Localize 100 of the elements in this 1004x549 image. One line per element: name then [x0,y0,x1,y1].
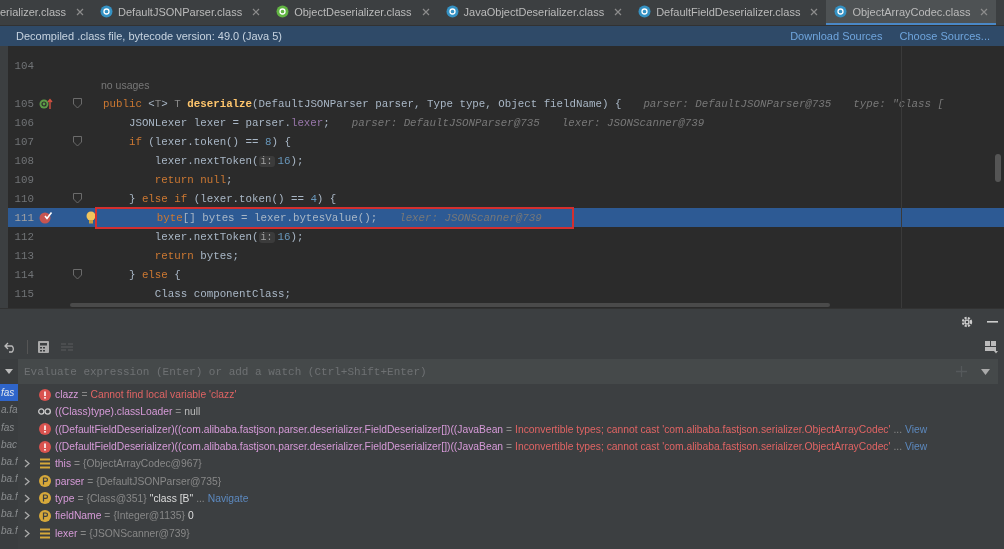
variable-row[interactable]: this = {ObjectArrayCodec@967} [18,455,1000,473]
frame-item[interactable]: ba.f [0,470,18,488]
line-number: 104 [13,59,34,72]
variable-row[interactable]: ((DefaultFieldDeserializer)((com.alibaba.fastjson.parser.deserializer.FieldDeserializer[])((JavaBean = Inconvertible types; cannot cast 'com.alibaba.fastjson.serializer.ObjectArrayCodec' ... View [18,437,1000,456]
banner-text: Decompiled .class file, bytecode version: 49.0 (Java 5) [16,30,282,42]
variable-name: type [55,492,75,504]
scrollbar[interactable] [995,154,1001,182]
line-number: 108 [13,154,34,167]
line-number: 113 [13,249,34,262]
equals-sign: = [87,475,94,487]
variable-value: Inconvertible types; cannot cast 'com.alibaba.fastjson.serializer.ObjectArrayCodec' [515,423,891,435]
variable-row[interactable]: clazz = Cannot find local variable 'clazz' [18,386,1000,404]
code-line: Class componentClass; [153,286,292,301]
variable-link[interactable]: View [905,423,928,435]
editor-tab[interactable]: erializer.class [0,0,93,25]
error-icon [38,440,51,453]
dropdown-icon[interactable] [981,368,990,375]
variable-name: ((Class)type).classLoader [55,406,173,418]
fold-icon[interactable] [72,193,82,204]
variable-name: clazz [55,389,79,401]
class-icon [445,5,459,18]
variable-link[interactable]: View [905,441,928,453]
variable-value: Cannot find local variable 'clazz' [90,389,237,401]
line-number: 107 [13,135,34,148]
fold-icon[interactable] [72,269,82,280]
line-number: 115 [13,287,34,300]
variable-reference: {Integer@1135} [113,510,185,522]
implements-icon[interactable] [39,97,53,110]
variable-reference: {Class@351} [86,492,147,504]
frame-item[interactable]: fas [0,418,18,436]
banner-link[interactable]: Download Sources [790,30,883,42]
variable-name: fieldName [55,510,102,522]
editor-tab[interactable]: ObjectArrayCodec.class [826,0,997,25]
frame-item[interactable]: ba.f [0,505,18,523]
frame-item[interactable]: a.fa [0,401,18,419]
code-line: lexer.nextToken( i: 16); [153,153,305,168]
variable-row[interactable]: lexer = {JSONScanner@739} [18,524,1000,542]
variable-row[interactable]: parser = {DefaultJSONParser@735} [18,472,1000,490]
code-line: return null; [153,172,234,187]
frame-item[interactable]: ba.f [0,522,18,540]
calculator-icon[interactable] [38,341,49,353]
class-icon [834,5,848,18]
variable-row[interactable]: type = {Class@351} "class [B" ... Navigate [18,489,1000,508]
line-number: 114 [13,268,34,281]
ellipsis: ... [893,441,903,453]
class-icon [100,5,114,18]
undo-icon[interactable] [4,341,17,353]
layout-icon[interactable] [985,340,998,354]
code-line: return bytes; [153,248,241,263]
equals-sign: = [80,527,87,539]
fold-icon[interactable] [72,136,82,147]
list-icon [39,458,50,470]
banner-link[interactable]: Choose Sources... [899,30,990,42]
close-icon[interactable] [76,7,85,16]
close-icon[interactable] [252,7,261,16]
variable-link[interactable]: Navigate [207,492,249,504]
list-icon [39,527,50,539]
variable-name: ((DefaultFieldDeserializer)((com.alibaba.fastjson.parser.deserializer.FieldDeserializer[])((JavaBean [55,423,504,435]
variable-reference: {JSONScanner@739} [89,527,190,539]
class-icon [638,5,652,18]
frame-item[interactable]: ba.f [0,453,18,471]
variable-row[interactable]: ((DefaultFieldDeserializer)((com.alibaba.fastjson.parser.deserializer.FieldDeserializer[])((JavaBean = Inconvertible types; cannot cast 'com.alibaba.fastjson.serializer.ObjectArrayCodec' ... View [18,420,1000,438]
breakpoint-icon[interactable] [39,211,53,224]
equals-sign: = [81,389,88,401]
equals-sign: = [74,458,81,470]
line-number: 105 [13,97,34,110]
minimize-icon[interactable] [987,321,998,323]
variable-row[interactable]: ((Class)type).classLoader = null [18,403,1000,421]
editor-tab[interactable]: DefaultFieldDeserializer.class [630,0,827,25]
variable-name: this [55,458,72,470]
frame-item[interactable]: ba.f [0,487,18,506]
editor-tab[interactable]: ObjectDeserializer.class [268,0,438,25]
close-icon[interactable] [614,7,623,16]
dropdown-icon[interactable] [5,369,13,374]
line-number: 112 [13,230,34,243]
usages-hint[interactable]: no usages [101,78,150,91]
variable-row[interactable]: fieldName = {Integer@1135} 0 [18,507,1000,525]
ellipsis: ... [196,492,205,504]
lightbulb-icon[interactable] [86,211,96,224]
code-line: if (lexer.token() == 8) { [127,134,292,149]
close-icon[interactable] [810,7,819,16]
fold-icon[interactable] [72,98,82,109]
close-icon[interactable] [980,7,989,16]
line-number: 111 [13,211,34,224]
interface-icon [276,5,290,18]
close-icon[interactable] [421,7,430,16]
settings-icon[interactable] [961,316,973,328]
variable-value: 0 [187,510,194,522]
variable-value: null [184,406,201,418]
line-number: 110 [13,192,34,205]
frame-item[interactable]: fas [0,384,18,402]
editor-tab[interactable]: DefaultJSONParser.class [92,0,269,25]
editor-tab[interactable]: JavaObjectDeserializer.class [437,0,631,25]
variable-reference: {ObjectArrayCodec@967} [83,458,202,470]
parameter-icon [38,475,51,488]
line-number: 106 [13,116,34,129]
frame-item[interactable]: bac [0,435,18,454]
equals-sign: = [104,510,111,522]
code-line: byte[] bytes = lexer.bytesValue(); lexer: JSONScanner@739 [97,208,572,227]
parameter-icon [38,509,51,522]
